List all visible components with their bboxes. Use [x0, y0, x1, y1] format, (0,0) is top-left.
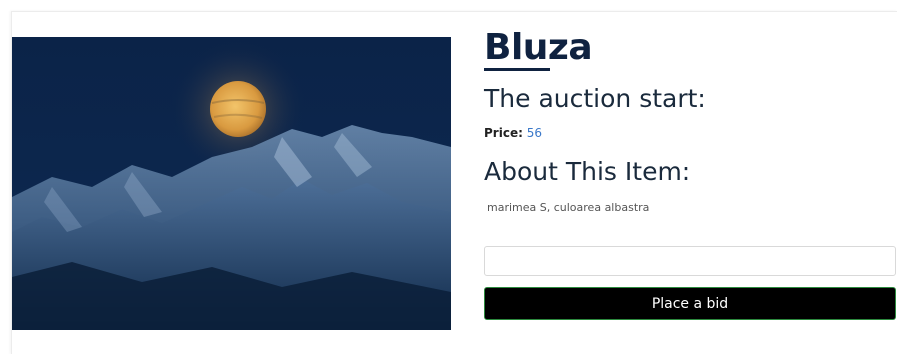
auction-start-heading: The auction start:: [484, 84, 706, 113]
item-details: Bluza The auction start: Price: 56 About…: [484, 24, 896, 320]
title-underline: [484, 68, 550, 71]
item-image: [12, 37, 451, 330]
item-title-text: Bluza: [484, 27, 593, 68]
price-label: Price:: [484, 126, 523, 140]
item-title: Bluza: [484, 24, 593, 72]
about-item-heading: About This Item:: [484, 157, 691, 186]
moon-over-mountains-image: [12, 37, 451, 330]
bid-amount-input[interactable]: [484, 246, 896, 276]
price-value: 56: [526, 126, 542, 140]
item-description: marimea S, culoarea albastra: [487, 201, 650, 214]
place-bid-button[interactable]: Place a bid: [484, 287, 896, 320]
price-row: Price: 56: [484, 125, 896, 141]
